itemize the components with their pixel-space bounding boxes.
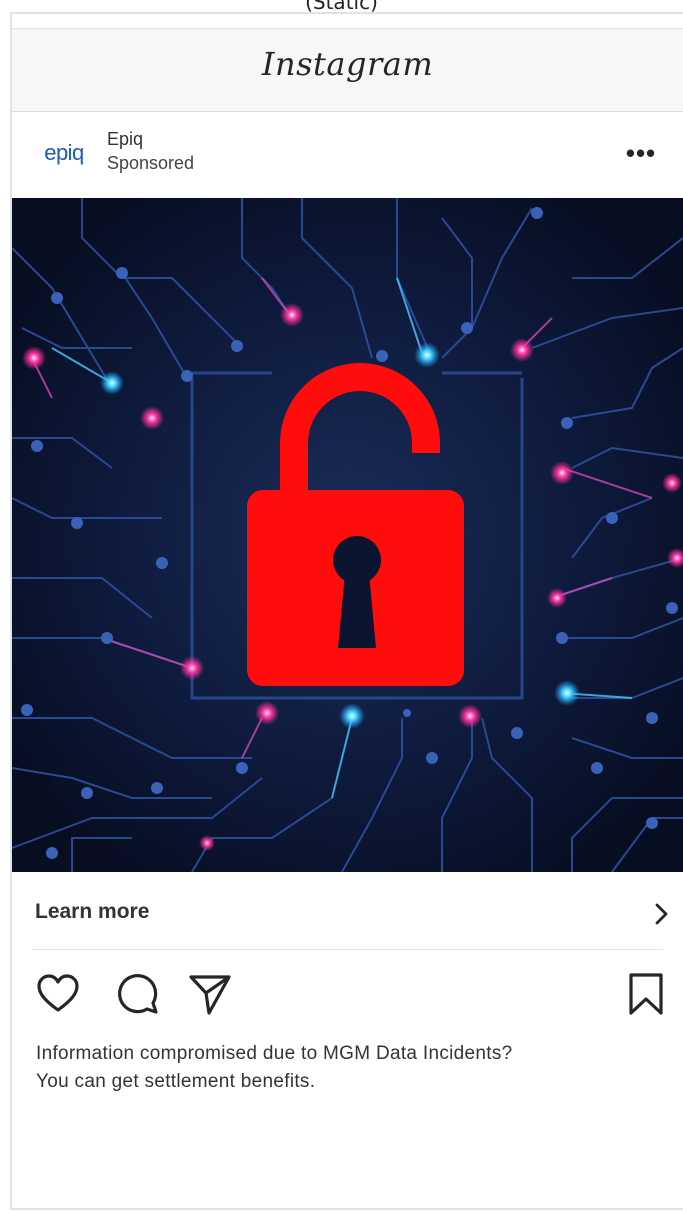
bookmark-icon[interactable] [625,972,669,1016]
caption-line: Information compromised due to MGM Data … [36,1043,513,1064]
send-icon[interactable] [188,972,232,1016]
account-name[interactable]: Epiq [107,128,194,150]
app-header: Instagram [12,28,683,112]
sponsored-label: Sponsored [107,153,195,173]
learn-more-label: Learn more [35,900,150,923]
top-caption: (Static) [305,0,378,14]
instagram-post-frame: Instagram epiq Epiq Sponsored ••• Learn … [10,12,683,1210]
post-caption: Information compromised due to MGM Data … [36,1040,666,1096]
caption-line: You can get settlement benefits. [36,1071,316,1092]
account-info: Epiq Sponsored [107,128,194,176]
unlocked-padlock-circuit-image [12,198,683,872]
avatar-logo-text: epiq [44,140,84,165]
more-options-button[interactable]: ••• [621,138,661,168]
heart-icon[interactable] [36,972,80,1016]
chevron-right-icon [649,902,673,926]
app-title: Instagram [261,45,434,83]
post-header: epiq Epiq Sponsored ••• [12,112,683,198]
learn-more-link[interactable]: Learn more [32,872,668,950]
ad-image[interactable] [12,198,683,872]
avatar[interactable]: epiq [36,138,92,168]
comment-icon[interactable] [116,972,160,1016]
post-actions [36,972,663,1022]
